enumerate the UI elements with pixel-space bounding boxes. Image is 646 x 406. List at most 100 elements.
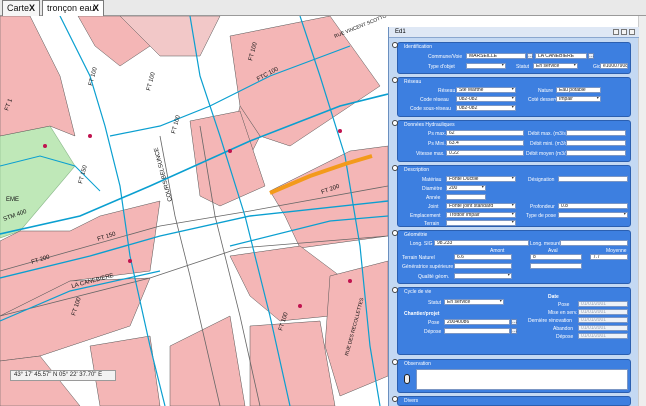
section-reseau: Réseau Réseau Ste Marthe Nature Eau pota… — [392, 77, 631, 117]
materiau-label: Matériau — [422, 177, 442, 183]
generatrice-aval-field[interactable] — [530, 263, 582, 269]
terrain-moyenne-field[interactable]: 7.7 — [590, 254, 628, 260]
map-drawing: FT 100 FT 100 FT 150 FTC 100 FT 100 FT 2… — [0, 16, 388, 406]
date-renovation-label: Dernière rénovation — [528, 318, 572, 324]
chantier-depose-field[interactable] — [444, 328, 510, 334]
chantier-projet-heading: Chantier/projet — [404, 311, 440, 317]
panel-close-button[interactable] — [629, 29, 635, 35]
long-sig-label: Long. SIG — [410, 241, 433, 247]
tab-carte-close-icon[interactable]: X — [29, 1, 35, 16]
generatrice-label: Génératrice supérieure GS — [402, 264, 462, 270]
commune-picker-button[interactable]: … — [527, 53, 533, 59]
gid-field[interactable]: e10007908 — [600, 63, 628, 69]
commune-field[interactable]: MARSEILLE — [466, 53, 526, 59]
long-mesuree-label: Long. mesurée — [530, 241, 564, 247]
chantier-pose-label: Pose — [428, 320, 440, 326]
date-mise-en-service-field[interactable]: 01/01/2001 — [578, 309, 628, 315]
cycle-statut-select[interactable]: En service — [444, 299, 504, 305]
right-scrollbar[interactable] — [638, 16, 646, 406]
designation-label: Désignation — [528, 177, 555, 183]
joint-select[interactable]: Fonte joint standard — [446, 203, 516, 209]
pmax-field[interactable]: 62 — [446, 130, 524, 136]
profondeur-field[interactable]: 0.8 — [558, 203, 628, 209]
panel-title: Ed1 — [395, 29, 406, 35]
pmin-label: Ps Mini. — [428, 141, 446, 147]
emplacement-select[interactable]: Trottoir impair — [446, 212, 516, 218]
tab-carte[interactable]: Carte X — [2, 0, 40, 16]
code-reseau-select[interactable]: 082-082 — [456, 96, 516, 102]
vmax-field[interactable]: 0.22 — [446, 150, 524, 156]
date-pose-field[interactable]: 01/01/2001 — [578, 301, 628, 307]
date-depose-field[interactable]: 01/01/2001 — [578, 333, 628, 339]
emplacement-label: Emplacement — [410, 213, 441, 219]
type-pose-select[interactable] — [558, 212, 628, 218]
section-divers-toggle[interactable] — [392, 396, 398, 402]
vmax-label: Vitesse max. — [416, 151, 445, 157]
section-cycle-toggle[interactable] — [392, 287, 398, 293]
cote-dessert-select[interactable]: Impair — [556, 96, 601, 102]
map-canvas[interactable]: FT 100 FT 100 FT 150 FTC 100 FT 100 FT 2… — [0, 16, 388, 406]
tab-troncon-eau[interactable]: tronçon eau X — [42, 0, 104, 16]
section-hydraulique-toggle[interactable] — [392, 120, 398, 126]
panel-minimize-button[interactable] — [613, 29, 619, 35]
tab-troncon-eau-label: tronçon eau — [47, 3, 95, 13]
date-renovation-field[interactable]: 01/01/2001 — [578, 317, 628, 323]
terrain-aval-field[interactable]: 8 — [530, 254, 582, 260]
observation-textarea[interactable] — [416, 369, 628, 390]
date-depose-label: Dépose — [556, 334, 574, 340]
voie-picker-button[interactable]: … — [588, 53, 594, 59]
terrain-select[interactable] — [446, 220, 516, 226]
section-divers: Divers — [392, 396, 631, 406]
pmax-label: Ps max. — [428, 131, 447, 137]
designation-field[interactable] — [558, 176, 628, 182]
section-observation-toggle[interactable] — [392, 359, 398, 365]
debit-min-label: Débit mini. (m3/s) — [530, 141, 570, 147]
panel-maximize-button[interactable] — [621, 29, 627, 35]
chantier-pose-field[interactable]: 20040086 — [444, 319, 510, 325]
section-hydraulique-title: Données Hydrauliques — [404, 122, 455, 128]
section-geometrie-title: Géométrie — [404, 232, 428, 238]
statut-label: Statut — [516, 64, 530, 70]
reseau-select[interactable]: Ste Marthe — [456, 87, 516, 93]
tab-bar: Carte X tronçon eau X — [0, 0, 646, 16]
panel-title-bar: Ed1 — [389, 27, 639, 38]
annee-field[interactable] — [446, 194, 486, 200]
debit-min-field[interactable] — [566, 140, 626, 146]
pmin-field[interactable]: 63.4 — [446, 140, 524, 146]
terrain-amont-field[interactable]: 6.6 — [454, 254, 512, 260]
section-description-toggle[interactable] — [392, 165, 398, 171]
code-sous-reseau-select[interactable]: 082-082 — [456, 105, 516, 111]
map-label-ft100-a: FT 100 — [88, 66, 99, 86]
section-identification: Identification Commune/Voie MARSEILLE … … — [392, 42, 631, 74]
generatrice-amont-field[interactable] — [454, 263, 512, 269]
voie-field[interactable]: LA CANEBIERE — [535, 53, 587, 59]
section-description: Description Matériau Fonte Ductile Désig… — [392, 165, 631, 227]
reseau-label: Réseau — [438, 88, 456, 94]
long-mesuree-field[interactable] — [560, 240, 628, 246]
terrain-naturel-label: Terrain Naturel — [402, 255, 435, 261]
type-objet-select[interactable] — [466, 63, 506, 69]
type-pose-label: Type de pose — [526, 213, 557, 219]
dates-heading: Date — [548, 294, 559, 300]
chantier-depose-picker-button[interactable]: … — [511, 328, 517, 334]
diametre-select[interactable]: 200 — [446, 185, 486, 191]
section-hydraulique: Données Hydrauliques Ps max. 62 Débit ma… — [392, 120, 631, 162]
date-abandon-field[interactable]: 01/01/2001 — [578, 325, 628, 331]
section-divers-title: Divers — [404, 398, 419, 404]
debit-moyen-field[interactable] — [566, 150, 626, 156]
qualite-geom-select[interactable] — [454, 273, 512, 279]
nature-field[interactable]: Eau potable — [556, 87, 601, 93]
section-geometrie-toggle[interactable] — [392, 230, 398, 236]
attribute-panel: Ed1 Identification Commune/Voie MARSEILL… — [388, 27, 639, 406]
section-cycle-de-vie: Cycle de vie Statut En service Date Pose… — [392, 287, 631, 355]
long-sig-field[interactable]: 98.233 — [434, 240, 529, 246]
tab-troncon-eau-close-icon[interactable]: X — [93, 1, 99, 16]
diametre-label: Diamètre — [422, 186, 443, 192]
section-identification-toggle[interactable] — [392, 42, 398, 48]
chantier-pose-picker-button[interactable]: … — [511, 319, 517, 325]
statut-select[interactable]: En service — [533, 63, 578, 69]
section-reseau-toggle[interactable] — [392, 77, 398, 83]
materiau-select[interactable]: Fonte Ductile — [446, 176, 516, 182]
attachment-icon[interactable] — [404, 374, 410, 384]
debit-max-field[interactable] — [566, 130, 626, 136]
